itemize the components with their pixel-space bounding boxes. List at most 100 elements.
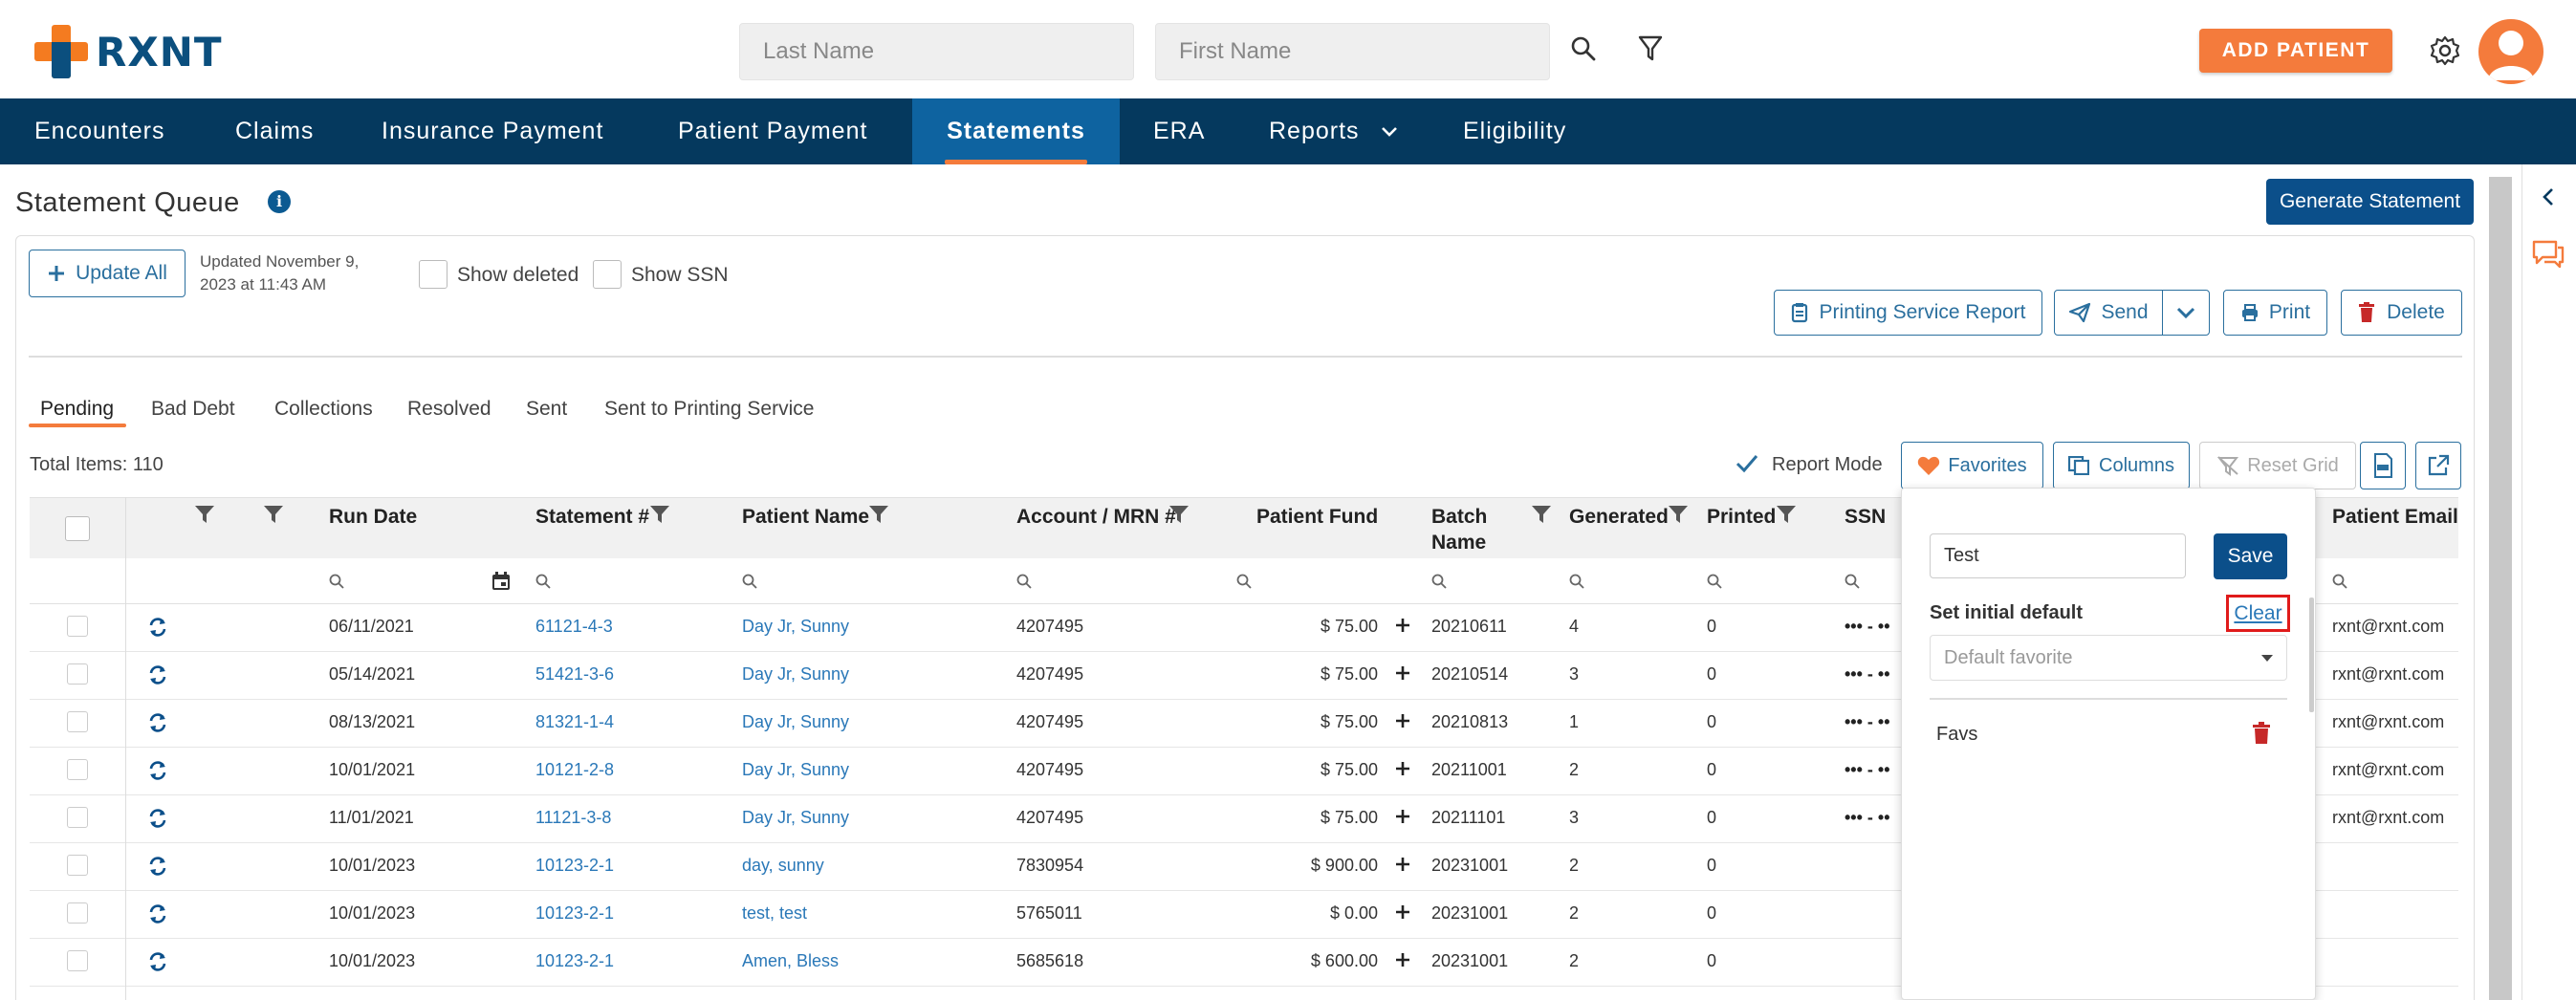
save-favorite-button[interactable]: Save [2214,533,2287,579]
plus-icon[interactable] [1394,664,1411,682]
col-patient-email[interactable]: Patient Email [2332,504,2458,530]
cell-statement-link[interactable]: 10121-2-8 [535,760,614,780]
filter-icon[interactable] [649,504,670,525]
search-icon[interactable] [1569,574,1584,589]
favorites-button[interactable]: Favorites [1901,442,2043,489]
col-ssn[interactable]: SSN [1845,504,1886,530]
search-icon[interactable] [1016,574,1032,589]
update-all-button[interactable]: Update All [29,250,186,297]
default-favorite-select[interactable]: Default favorite [1930,635,2287,681]
cell-statement-link[interactable]: 10123-2-1 [535,856,614,876]
cell-patient-link[interactable]: test, test [742,903,807,924]
calendar-icon[interactable] [491,572,511,591]
tab-bad-debt[interactable]: Bad Debt [151,398,235,421]
plus-icon[interactable] [1394,808,1411,825]
rxnt-logo[interactable]: RXNT [34,25,223,78]
clear-default-link[interactable]: Clear [2226,595,2290,632]
col-patient-fund[interactable]: Patient Fund [1256,504,1378,530]
col-account-mrn[interactable]: Account / MRN # [1016,504,1176,530]
refresh-icon[interactable] [147,856,168,877]
first-name-input[interactable]: First Name [1155,23,1550,80]
refresh-icon[interactable] [147,760,168,781]
nav-insurance-payment[interactable]: Insurance Payment [382,98,603,164]
plus-icon[interactable] [1394,712,1411,729]
last-name-input[interactable]: Last Name [739,23,1134,80]
show-deleted-checkbox[interactable] [419,260,448,289]
filter-icon[interactable] [1668,504,1689,525]
filter-icon[interactable] [1531,504,1552,525]
plus-icon[interactable] [1394,617,1411,634]
nav-reports[interactable]: Reports [1269,98,1398,164]
columns-button[interactable]: Columns [2053,442,2190,489]
refresh-icon[interactable] [147,808,168,829]
generate-statement-button[interactable]: Generate Statement [2266,179,2474,225]
nav-statements[interactable]: Statements [912,98,1120,164]
cell-patient-link[interactable]: Day Jr, Sunny [742,617,849,637]
favorite-item-label[interactable]: Favs [1936,724,1977,746]
tab-sent-to-printing-service[interactable]: Sent to Printing Service [604,398,814,421]
export-button[interactable] [2415,442,2461,489]
cell-patient-link[interactable]: Day Jr, Sunny [742,760,849,780]
refresh-icon[interactable] [147,664,168,685]
search-icon[interactable] [535,574,551,589]
nav-claims[interactable]: Claims [235,98,314,164]
refresh-icon[interactable] [147,712,168,733]
add-patient-button[interactable]: ADD PATIENT [2199,29,2392,73]
tab-sent[interactable]: Sent [526,398,567,421]
search-icon[interactable] [1236,574,1252,589]
filter-icon[interactable] [1776,504,1797,525]
cell-statement-link[interactable]: 11121-3-8 [535,808,611,828]
filter-icon[interactable] [868,504,889,525]
popup-scrollbar[interactable] [2309,598,2314,712]
refresh-icon[interactable] [147,951,168,972]
tab-collections[interactable]: Collections [274,398,373,421]
report-mode-checkbox[interactable] [1733,449,1761,478]
info-icon[interactable]: i [268,190,291,213]
search-icon[interactable] [1707,574,1722,589]
user-avatar[interactable] [2478,19,2543,84]
row-checkbox[interactable] [67,759,88,780]
cell-patient-link[interactable]: Day Jr, Sunny [742,712,849,732]
col-generated[interactable]: Generated [1569,504,1669,530]
search-icon[interactable] [1568,33,1599,65]
cell-patient-link[interactable]: Day Jr, Sunny [742,808,849,828]
send-button[interactable]: Send [2054,290,2163,336]
cell-statement-link[interactable]: 61121-4-3 [535,617,613,637]
gear-icon[interactable] [2429,34,2461,67]
col-batch-name-line1[interactable]: Batch [1431,504,1487,530]
favorite-name-input[interactable]: Test [1930,533,2186,578]
nav-patient-payment[interactable]: Patient Payment [678,98,867,164]
tab-resolved[interactable]: Resolved [407,398,491,421]
trash-icon[interactable] [2252,722,2271,745]
search-icon[interactable] [1845,574,1860,589]
col-batch-name-line2[interactable]: Name [1431,530,1486,555]
plus-icon[interactable] [1394,856,1411,873]
nav-era[interactable]: ERA [1153,98,1205,164]
row-checkbox[interactable] [67,616,88,637]
cell-patient-link[interactable]: Amen, Bless [742,951,839,971]
plus-icon[interactable] [1394,760,1411,777]
search-icon[interactable] [329,574,344,589]
printing-service-report-button[interactable]: Printing Service Report [1774,290,2042,336]
delete-button[interactable]: Delete [2341,290,2462,336]
row-checkbox[interactable] [67,902,88,924]
cell-statement-link[interactable]: 10123-2-1 [535,903,614,924]
search-icon[interactable] [1431,574,1447,589]
plus-icon[interactable] [1394,951,1411,968]
col-printed[interactable]: Printed [1707,504,1776,530]
cell-statement-link[interactable]: 51421-3-6 [535,664,614,685]
search-icon[interactable] [742,574,757,589]
vertical-scrollbar[interactable] [2489,177,2512,1000]
refresh-icon[interactable] [147,903,168,924]
plus-icon[interactable] [1394,903,1411,921]
show-ssn-checkbox[interactable] [593,260,622,289]
tab-pending[interactable]: Pending [40,398,114,421]
filter-icon[interactable] [263,504,284,525]
row-checkbox[interactable] [67,663,88,685]
nav-eligibility[interactable]: Eligibility [1463,98,1566,164]
row-checkbox[interactable] [67,950,88,971]
cell-patient-link[interactable]: day, sunny [742,856,824,876]
row-checkbox[interactable] [67,855,88,876]
cell-statement-link[interactable]: 81321-1-4 [535,712,614,732]
col-statement[interactable]: Statement # [535,504,649,530]
